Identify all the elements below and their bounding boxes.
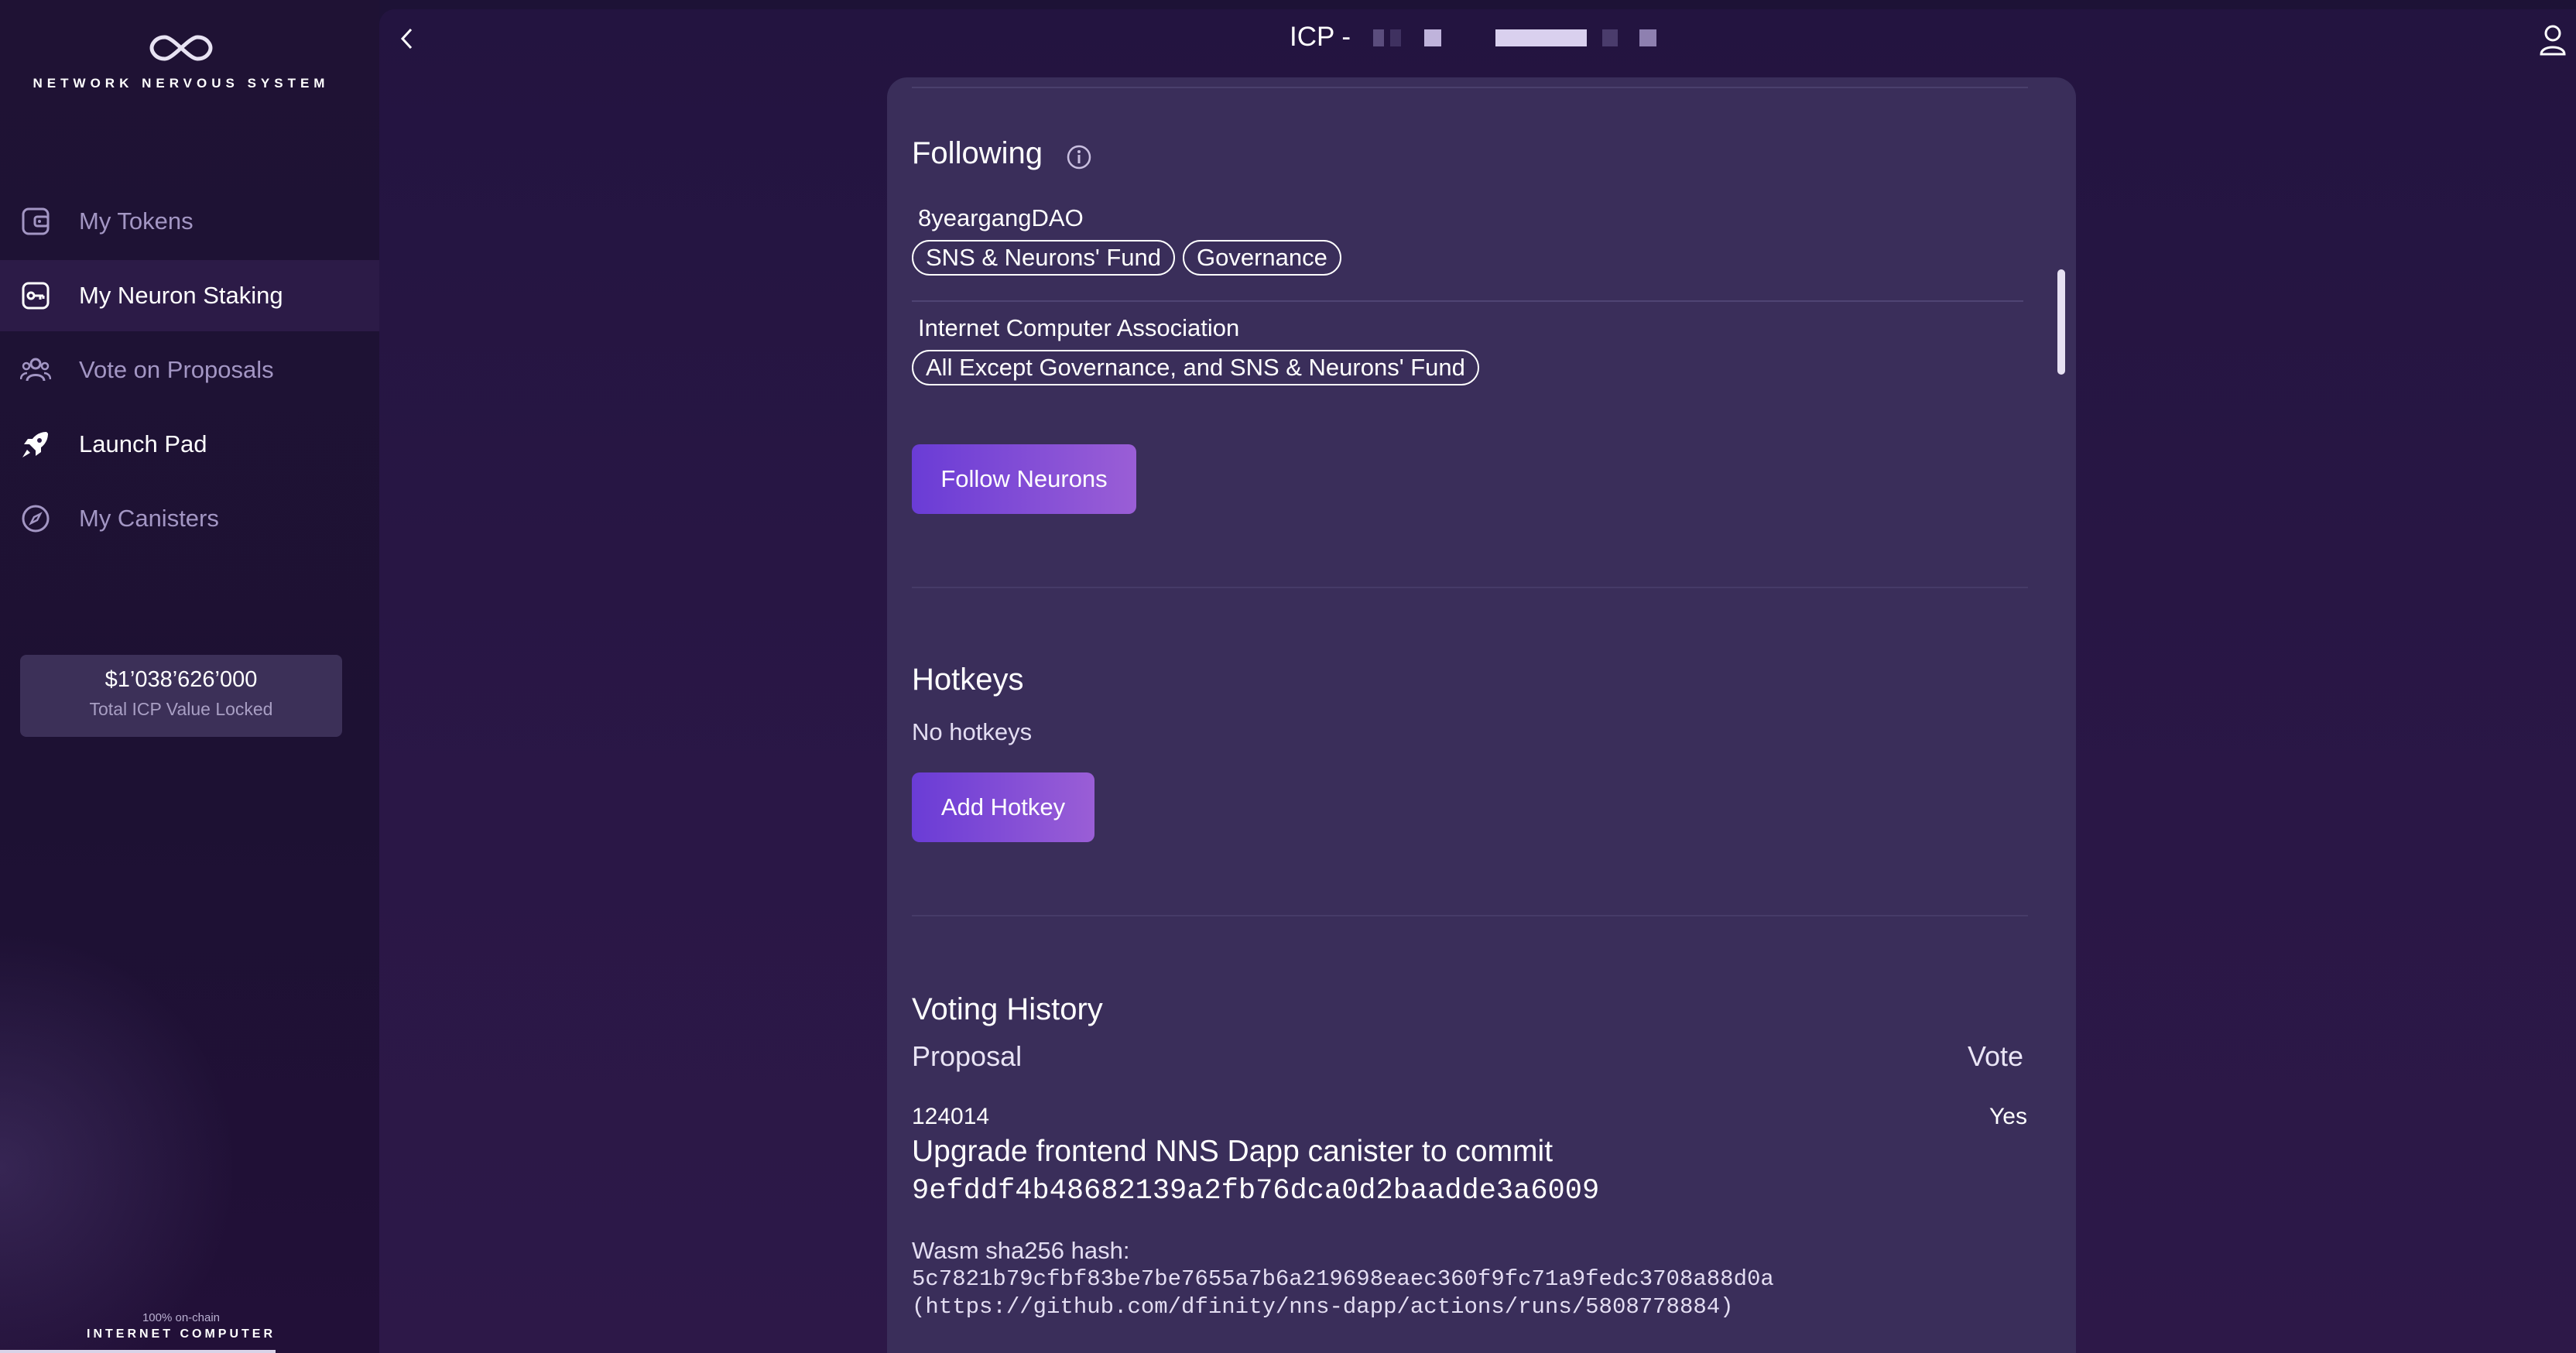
footer-brand: INTERNET COMPUTER (87, 1327, 276, 1341)
proposal-link[interactable]: (https://github.com/dfinity/nns-dapp/act… (912, 1294, 1734, 1320)
users-icon (20, 355, 51, 385)
page-title: ICP - (1290, 22, 1351, 52)
sidebar-item-launch-pad[interactable]: Launch Pad (0, 409, 379, 480)
followee-name: Internet Computer Association (918, 314, 1240, 341)
vote-column-header: Vote (1968, 1040, 2024, 1072)
voting-history-title: Voting History (912, 992, 1103, 1026)
sidebar: NETWORK NERVOUS SYSTEM My Tokens My Neur… (0, 0, 379, 1353)
followee-topic-tag[interactable]: All Except Governance, and SNS & Neurons… (912, 350, 1479, 385)
follow-neurons-button[interactable]: Follow Neurons (912, 444, 1136, 514)
sidebar-item-label: Launch Pad (79, 430, 207, 457)
wasm-hash-value: 5c7821b79cfbf83be7be7655a7b6a219698eaec3… (912, 1266, 1774, 1292)
logo-text: NETWORK NERVOUS SYSTEM (33, 76, 330, 91)
decorative-dots (0, 890, 232, 1353)
sidebar-item-my-canisters[interactable]: My Canisters (0, 483, 379, 554)
footer-tagline: 100% on-chain (142, 1311, 221, 1324)
divider (912, 915, 2028, 916)
scrollbar-thumb[interactable] (2057, 269, 2065, 375)
sidebar-item-label: My Tokens (79, 207, 194, 235)
followee-separator (912, 300, 2023, 302)
tvl-value: $1’038’626’000 (104, 667, 258, 692)
compass-icon (20, 503, 51, 534)
user-icon (2540, 25, 2566, 56)
proposal-title: Upgrade frontend NNS Dapp canister to co… (912, 1135, 1553, 1168)
vote-value: Yes (1989, 1104, 2027, 1129)
divider (912, 87, 2028, 88)
followee-topic-tag[interactable]: SNS & Neurons' Fund (912, 240, 1176, 276)
followee-name: 8yeargangDAO (918, 204, 1084, 231)
infinity-logo-icon (149, 35, 213, 61)
sidebar-item-my-neuron-staking[interactable]: My Neuron Staking (0, 260, 379, 331)
proposal-column-header: Proposal (912, 1040, 1023, 1072)
wasm-hash-label: Wasm sha256 hash: (912, 1237, 1130, 1264)
neuron-icon (20, 280, 51, 311)
sidebar-item-label: My Neuron Staking (79, 282, 283, 309)
sidebar-item-label: Vote on Proposals (79, 356, 274, 383)
info-icon[interactable] (1066, 144, 1092, 170)
tvl-label: Total ICP Value Locked (89, 699, 273, 719)
sidebar-footer: 100% on-chain INTERNET COMPUTER (0, 1311, 362, 1341)
total-value-locked: $1’038’626’000 Total ICP Value Locked (20, 655, 342, 737)
back-button[interactable] (392, 23, 423, 54)
hotkeys-empty-text: No hotkeys (912, 718, 1033, 745)
account-menu-button[interactable] (2537, 23, 2568, 57)
following-title: Following (912, 136, 1043, 170)
wallet-icon (20, 206, 51, 237)
proposal-id: 124014 (912, 1104, 990, 1129)
footer-bar (0, 1350, 276, 1353)
add-hotkey-button[interactable]: Add Hotkey (912, 772, 1094, 842)
hotkeys-title: Hotkeys (912, 663, 1024, 697)
followee-topic-tag[interactable]: Governance (1183, 240, 1341, 276)
sidebar-item-vote-on-proposals[interactable]: Vote on Proposals (0, 334, 379, 406)
sidebar-item-label: My Canisters (79, 505, 219, 532)
rocket-icon (20, 429, 51, 460)
divider (912, 587, 2028, 588)
logo[interactable]: NETWORK NERVOUS SYSTEM (0, 31, 362, 91)
chevron-left-icon (400, 28, 413, 50)
sidebar-item-my-tokens[interactable]: My Tokens (0, 186, 379, 257)
proposal-commit-hash: 9efddf4b48682139a2fb76dca0d2baadde3a6009 (912, 1175, 1600, 1207)
